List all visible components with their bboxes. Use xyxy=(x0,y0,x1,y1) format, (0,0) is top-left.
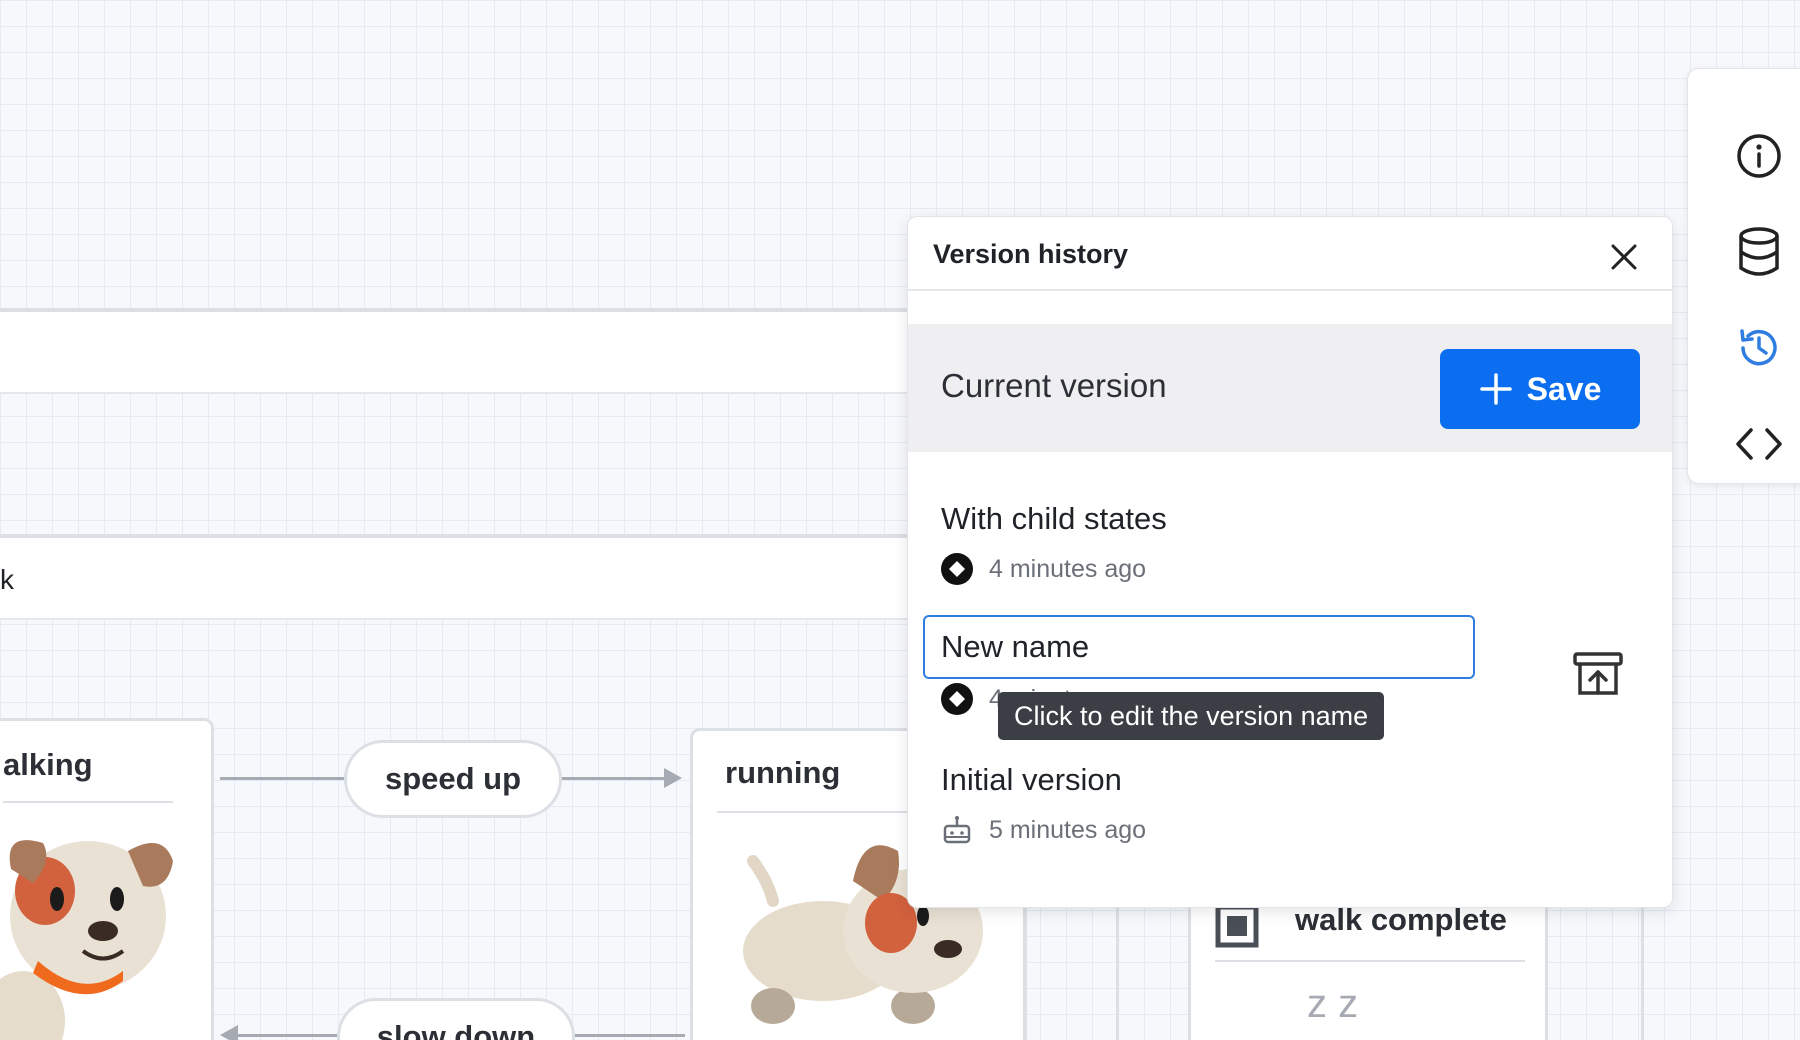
restore-version-button[interactable] xyxy=(1571,649,1625,699)
save-button-label: Save xyxy=(1526,370,1602,407)
version-time: 4 minutes ago xyxy=(989,554,1147,583)
history-icon xyxy=(1740,329,1777,366)
current-version-label: Current version xyxy=(941,367,1167,404)
statelyai-avatar-icon xyxy=(941,553,973,585)
walking-dog-illustration xyxy=(0,840,173,1040)
code-button[interactable] xyxy=(1724,409,1794,479)
right-toolbar xyxy=(1687,68,1800,484)
panel-header: Version history xyxy=(908,217,1672,291)
robot-icon xyxy=(943,816,971,844)
save-button[interactable]: Save xyxy=(1440,349,1640,429)
state-running-title: running xyxy=(725,755,841,790)
edge-line xyxy=(575,1034,685,1037)
history-button[interactable] xyxy=(1724,313,1794,383)
version-history-panel: Version history Current version Save Wit… xyxy=(907,216,1673,908)
panel-title: Version history xyxy=(933,239,1129,269)
edge-line xyxy=(562,777,667,780)
close-button[interactable] xyxy=(1606,239,1642,275)
tooltip: Click to edit the version name xyxy=(998,692,1385,740)
parent-state-border xyxy=(1024,900,1027,1040)
version-time: 5 minutes ago xyxy=(989,815,1147,844)
plus-icon xyxy=(1479,373,1512,405)
event-slow-down[interactable]: slow down xyxy=(337,998,575,1040)
state-block-walk-label: k xyxy=(0,564,14,595)
current-version-row: Current version Save xyxy=(908,324,1672,452)
state-walking-title: alking xyxy=(3,747,93,782)
version-meta: 5 minutes ago xyxy=(941,814,1146,846)
edge-line xyxy=(236,1034,340,1037)
version-name: Initial version xyxy=(941,762,1122,797)
state-walking[interactable]: alking xyxy=(0,718,214,1040)
database-button[interactable] xyxy=(1724,217,1794,287)
state-block-walk: k xyxy=(0,534,920,620)
parent-state-border xyxy=(1116,900,1119,1040)
edge-arrowhead xyxy=(664,768,682,788)
info-button[interactable] xyxy=(1724,121,1794,191)
version-meta: 4 minutes ago xyxy=(941,553,1146,585)
archive-restore-icon xyxy=(1573,652,1623,695)
database-icon xyxy=(1739,227,1779,276)
version-name: With child states xyxy=(941,501,1167,536)
sleep-zz-glyph: z z xyxy=(1307,982,1359,1026)
close-icon xyxy=(1611,244,1637,270)
version-name-input[interactable] xyxy=(923,615,1475,679)
event-speed-up[interactable]: speed up xyxy=(344,740,562,818)
state-block-top xyxy=(0,308,920,394)
edge-line xyxy=(220,777,345,780)
edge-arrowhead xyxy=(220,1025,238,1040)
info-icon xyxy=(1737,134,1781,178)
statelyai-avatar-icon xyxy=(941,683,973,715)
code-icon xyxy=(1736,428,1782,460)
final-state-icon xyxy=(1215,904,1259,948)
parent-state-border xyxy=(1641,900,1644,1040)
